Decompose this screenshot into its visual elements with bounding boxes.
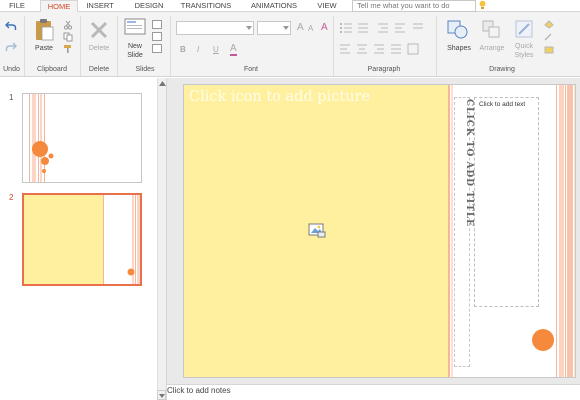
ribbon-tab-bar: FILE HOME INSERT DESIGN TRANSITIONS ANIM… [0, 0, 580, 13]
arrange-icon[interactable] [481, 19, 503, 41]
chevron-down-icon [246, 26, 252, 30]
layout-icon[interactable] [152, 20, 162, 29]
chevron-down-icon [283, 26, 289, 30]
tab-view[interactable]: VIEW [312, 0, 342, 12]
shape-outline-icon[interactable] [543, 32, 557, 42]
font-color-button[interactable]: A [230, 44, 237, 56]
new-slide-label-2[interactable]: Slide [122, 52, 148, 59]
group-label-font: Font [243, 66, 258, 73]
decorative-circle [532, 329, 554, 351]
tab-design[interactable]: DESIGN [128, 0, 170, 12]
bullets-numbering-icons[interactable] [340, 22, 430, 34]
slide-thumbnail-2[interactable] [22, 193, 142, 286]
ribbon-separator [117, 16, 118, 76]
group-label-clipboard: Clipboard [37, 66, 67, 73]
group-label-undo: Undo [3, 66, 20, 73]
section-icon[interactable] [152, 44, 162, 53]
group-label-slides: Slides [135, 66, 155, 73]
quick-styles-icon[interactable] [514, 19, 534, 39]
scroll-up-icon[interactable] [159, 81, 166, 86]
new-slide-icon[interactable] [124, 18, 146, 38]
font-size-combo[interactable] [257, 21, 291, 35]
clear-formatting-button[interactable]: A [321, 22, 328, 33]
tab-insert[interactable]: INSERT [82, 0, 118, 12]
slide-thumbnail-pane: 1 2 [0, 78, 157, 400]
thumbnail-number: 1 [9, 93, 14, 102]
shape-fill-icon[interactable] [543, 19, 557, 29]
slide-canvas[interactable]: Click icon to add picture CLICK TO ADD T… [183, 84, 576, 378]
delete-button[interactable]: Delete [84, 45, 114, 52]
quick-styles-label-1[interactable]: Quick [509, 43, 539, 50]
reset-icon[interactable] [152, 32, 162, 41]
notes-placeholder: Click to add notes [167, 386, 231, 395]
tab-file[interactable]: FILE [2, 0, 32, 12]
picture-placeholder-text: Click icon to add picture [189, 89, 371, 105]
copy-icon[interactable] [63, 32, 73, 42]
notes-toggle[interactable] [157, 390, 166, 400]
thumbnail-scrollbar[interactable] [157, 78, 166, 400]
shapes-icon[interactable] [446, 19, 470, 41]
undo-icon[interactable] [5, 21, 17, 31]
ribbon-separator [24, 16, 25, 76]
insert-picture-icon[interactable] [308, 221, 326, 239]
tab-transitions[interactable]: TRANSITIONS [177, 0, 235, 12]
slide-thumbnail-1-graphic [29, 94, 54, 182]
text-placeholder-label: Click to add text [479, 101, 526, 108]
group-label-drawing: Drawing [489, 66, 515, 73]
shrink-font-button[interactable]: A [308, 24, 313, 33]
underline-button[interactable]: U [213, 45, 219, 54]
ribbon-separator [333, 16, 334, 76]
tab-animations[interactable]: ANIMATIONS [244, 0, 304, 12]
grow-font-button[interactable]: A [297, 22, 304, 33]
lightbulb-icon [479, 0, 486, 9]
shape-effects-icon[interactable] [543, 45, 557, 55]
italic-button[interactable]: I [197, 45, 199, 54]
ribbon-separator [80, 16, 81, 76]
new-slide-label-1[interactable]: New [122, 43, 148, 50]
title-placeholder[interactable]: CLICK TO ADD TITLE [448, 99, 474, 259]
paste-icon[interactable] [33, 18, 55, 42]
tell-me-search[interactable]: Tell me what you want to do [352, 0, 476, 12]
cut-icon[interactable] [63, 20, 73, 30]
paste-button[interactable]: Paste [30, 45, 58, 52]
slide-thumbnail-1[interactable] [22, 93, 142, 183]
shapes-button[interactable]: Shapes [444, 45, 474, 52]
ribbon-separator [170, 16, 171, 76]
quick-styles-label-2[interactable]: Styles [509, 52, 539, 59]
picture-placeholder[interactable]: Click icon to add picture [184, 85, 448, 377]
delete-x-icon[interactable] [89, 20, 109, 40]
notes-pane[interactable]: Click to add notes [167, 384, 580, 400]
thumbnail-number-selected: 2 [9, 193, 14, 202]
redo-icon[interactable] [5, 42, 17, 52]
font-name-combo[interactable] [176, 21, 254, 35]
group-label-delete: Delete [88, 66, 110, 73]
text-placeholder[interactable]: Click to add text [474, 97, 539, 307]
ribbon-separator [436, 16, 437, 76]
alignment-icons[interactable] [340, 43, 430, 55]
ribbon: Undo Paste Clipboard Delete Delete New S… [0, 12, 580, 77]
format-painter-icon[interactable] [63, 44, 73, 54]
chevron-down-icon [159, 394, 165, 398]
arrange-button[interactable]: Arrange [476, 45, 508, 52]
group-label-paragraph: Paragraph [367, 66, 401, 73]
bold-button[interactable]: B [180, 45, 186, 54]
slide-thumbnail-2-graphic [24, 195, 140, 284]
